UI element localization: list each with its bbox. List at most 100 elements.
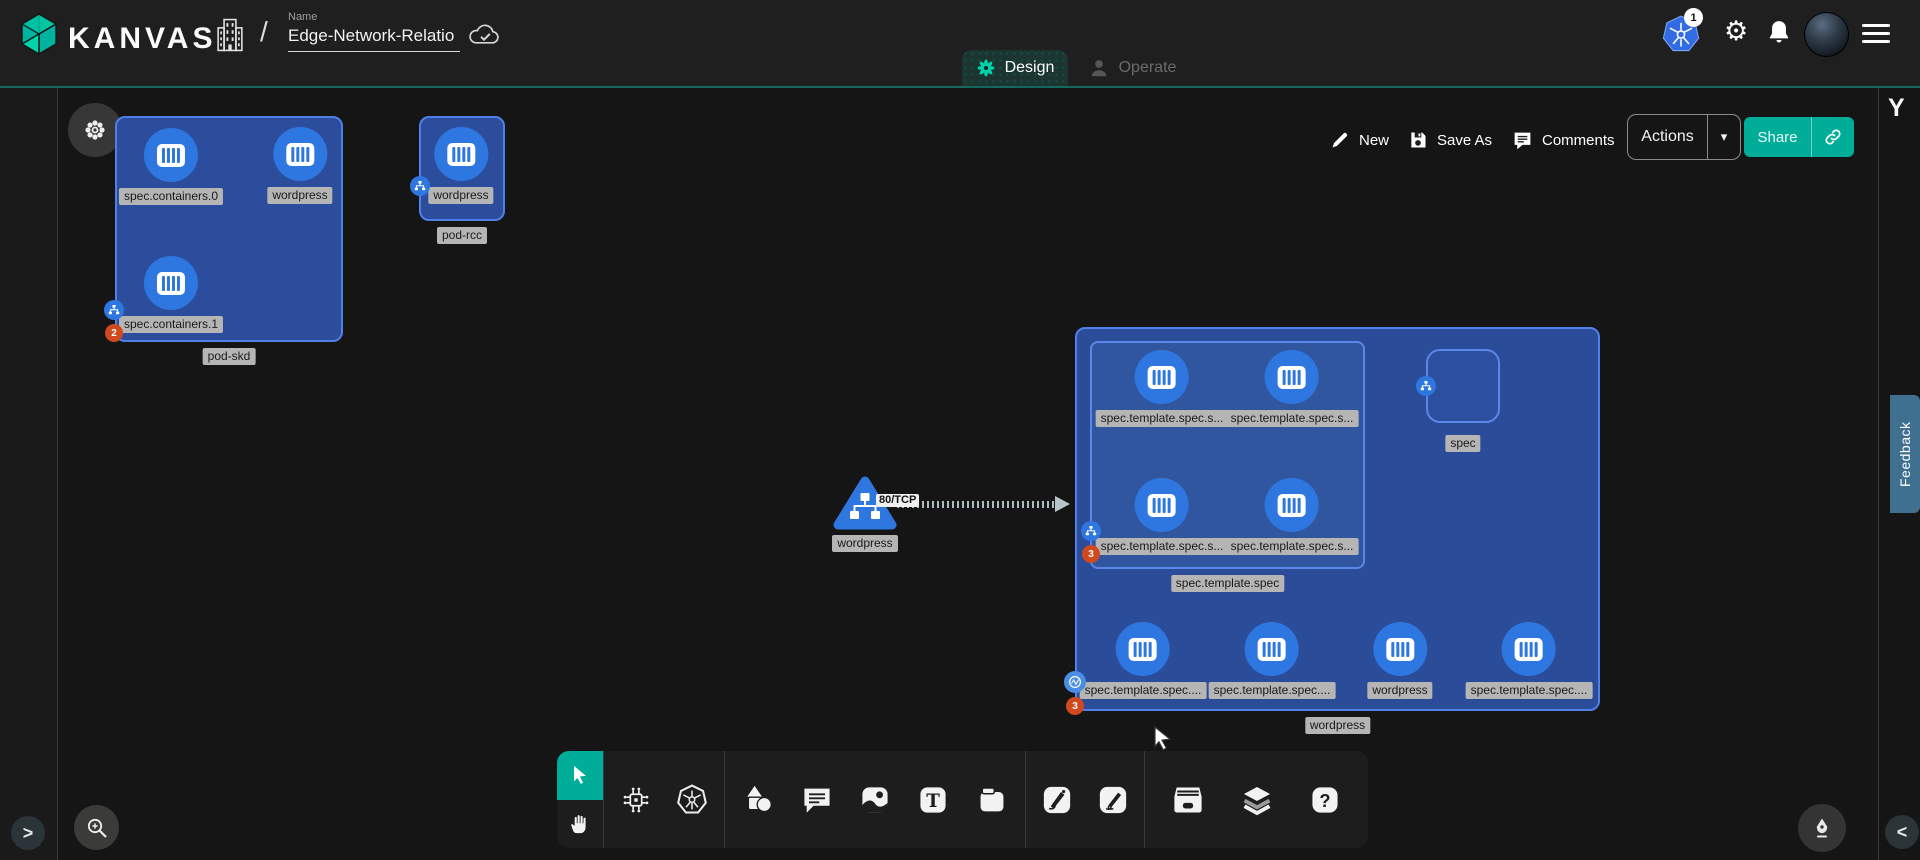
settings-gear-icon[interactable]: ⚙ bbox=[1724, 18, 1748, 45]
share-button[interactable]: Share bbox=[1744, 117, 1854, 157]
issue-count-badge[interactable]: 3 bbox=[1066, 697, 1084, 715]
group-spec-template-spec[interactable]: spec.template.spec.s... spec.template.sp… bbox=[1090, 341, 1365, 569]
kubernetes-tool[interactable] bbox=[667, 770, 717, 830]
brand-title: KANVAS bbox=[68, 22, 216, 56]
kanvas-logo-icon[interactable] bbox=[16, 11, 62, 57]
shapes-panel-toggle[interactable]: Y bbox=[1888, 94, 1905, 123]
container-node[interactable]: spec.template.spec.s... bbox=[1096, 478, 1229, 555]
flower-gear-icon bbox=[83, 118, 107, 142]
actions-dropdown-button[interactable]: Actions ▾ bbox=[1627, 114, 1741, 160]
canvas-widget-button[interactable] bbox=[68, 103, 122, 157]
tab-operate[interactable]: Operate bbox=[1068, 50, 1196, 86]
group-wordpress-deployment[interactable]: spec.template.spec.s... spec.template.sp… bbox=[1075, 327, 1600, 711]
text-tool[interactable]: T bbox=[908, 770, 958, 830]
help-tool[interactable]: ? bbox=[1300, 770, 1350, 830]
container-node[interactable]: wordpress bbox=[428, 127, 493, 204]
collapse-right-panel-button[interactable]: < bbox=[1885, 815, 1919, 849]
zoom-search-button[interactable] bbox=[74, 805, 119, 850]
container-node[interactable]: spec.containers.1 bbox=[119, 256, 223, 333]
copy-link-button[interactable] bbox=[1812, 117, 1854, 157]
kanvas-app: KANVAS / Name Edge-Network-Relatio bbox=[0, 0, 1920, 860]
comments-button[interactable]: Comments bbox=[1512, 122, 1615, 158]
node-label: wordpress bbox=[832, 535, 897, 552]
container-node[interactable]: spec.template.spec.s... bbox=[1226, 350, 1359, 427]
bezier-pen-icon bbox=[1041, 784, 1073, 816]
pen-tool[interactable] bbox=[1032, 770, 1082, 830]
svg-text:?: ? bbox=[1319, 789, 1330, 810]
container-node[interactable]: spec.template.spec.... bbox=[1080, 622, 1207, 699]
node-label: spec.template.spec.... bbox=[1080, 682, 1207, 699]
container-node[interactable]: spec.template.spec.s... bbox=[1096, 350, 1229, 427]
tab-operate-label: Operate bbox=[1119, 59, 1177, 77]
service-node-wordpress[interactable]: wordpress bbox=[832, 475, 898, 552]
expand-left-panel-button[interactable]: > bbox=[11, 816, 45, 850]
container-icon bbox=[1116, 622, 1170, 676]
issue-count-badge[interactable]: 3 bbox=[1082, 545, 1100, 563]
chip-icon bbox=[620, 784, 652, 816]
hand-icon bbox=[569, 813, 591, 835]
pan-tool[interactable] bbox=[557, 800, 603, 849]
pointer-tools bbox=[557, 751, 603, 848]
node-label: spec.template.spec.... bbox=[1466, 682, 1593, 699]
group-label: spec.template.spec bbox=[1171, 575, 1284, 592]
container-icon bbox=[1135, 350, 1189, 404]
node-label: spec.containers.1 bbox=[119, 316, 223, 333]
user-avatar[interactable] bbox=[1804, 12, 1849, 57]
container-icon bbox=[1245, 622, 1299, 676]
node-label: spec.containers.0 bbox=[119, 188, 223, 205]
component-tools bbox=[604, 751, 724, 848]
question-mark-icon: ? bbox=[1309, 784, 1341, 816]
spec-node[interactable]: spec bbox=[1426, 349, 1500, 423]
relationship-badge[interactable] bbox=[1416, 376, 1436, 396]
service-edge[interactable] bbox=[897, 501, 1057, 508]
annotation-badge[interactable] bbox=[1064, 671, 1086, 693]
node-label: spec.template.spec.s... bbox=[1096, 410, 1229, 427]
organization-icon[interactable] bbox=[212, 16, 248, 54]
edge-arrowhead-icon bbox=[1055, 496, 1070, 512]
new-button[interactable]: New bbox=[1330, 122, 1389, 158]
tab-design[interactable]: Design bbox=[962, 50, 1068, 86]
freehand-tool[interactable] bbox=[1088, 770, 1138, 830]
relationship-badge[interactable] bbox=[104, 300, 124, 320]
app-header: KANVAS / Name Edge-Network-Relatio bbox=[0, 0, 1920, 88]
pen-mode-button[interactable] bbox=[1798, 804, 1846, 852]
caret-down-icon[interactable]: ▾ bbox=[1708, 115, 1740, 159]
group-pod-skd[interactable]: spec.containers.0 wordpress spec.contain… bbox=[115, 116, 343, 342]
archive-tool[interactable] bbox=[1163, 770, 1213, 830]
comment-tool[interactable] bbox=[792, 770, 842, 830]
sitemap-icon bbox=[108, 304, 120, 316]
chevron-right-icon: > bbox=[23, 823, 34, 844]
image-icon bbox=[859, 784, 891, 816]
comments-label: Comments bbox=[1542, 132, 1615, 149]
group-pod-rcc[interactable]: wordpress pod-rcc bbox=[419, 116, 505, 221]
container-node[interactable]: wordpress bbox=[267, 127, 332, 204]
note-tool[interactable] bbox=[967, 770, 1017, 830]
share-label: Share bbox=[1744, 117, 1811, 157]
issue-count-badge[interactable]: 2 bbox=[105, 324, 123, 342]
image-tool[interactable] bbox=[850, 770, 900, 830]
container-icon bbox=[1135, 478, 1189, 532]
container-node[interactable]: spec.containers.0 bbox=[119, 128, 223, 205]
shapes-tool[interactable] bbox=[733, 770, 783, 830]
right-panel-divider bbox=[1878, 88, 1879, 860]
layers-tool[interactable] bbox=[1232, 770, 1282, 830]
components-tool[interactable] bbox=[611, 770, 661, 830]
text-icon: T bbox=[917, 784, 949, 816]
menu-hamburger-icon[interactable] bbox=[1862, 24, 1890, 43]
save-as-button[interactable]: Save As bbox=[1408, 122, 1492, 158]
relationship-badge[interactable] bbox=[1081, 521, 1101, 541]
mouse-cursor bbox=[1152, 726, 1174, 752]
node-label: spec.template.spec.s... bbox=[1096, 538, 1229, 555]
feedback-tab[interactable]: Feedback bbox=[1890, 395, 1920, 513]
svg-text:T: T bbox=[927, 790, 941, 811]
breadcrumb-separator: / bbox=[260, 16, 268, 48]
design-name-input[interactable]: Edge-Network-Relatio bbox=[288, 26, 460, 52]
relationship-badge[interactable] bbox=[410, 176, 430, 196]
container-node[interactable]: spec.template.spec.s... bbox=[1226, 478, 1359, 555]
select-tool[interactable] bbox=[557, 751, 603, 800]
container-node[interactable]: spec.template.spec.... bbox=[1209, 622, 1336, 699]
notifications-bell-icon[interactable] bbox=[1766, 18, 1792, 48]
container-node[interactable]: spec.template.spec.... bbox=[1466, 622, 1593, 699]
container-node[interactable]: wordpress bbox=[1367, 622, 1432, 699]
save-as-label: Save As bbox=[1437, 132, 1492, 149]
